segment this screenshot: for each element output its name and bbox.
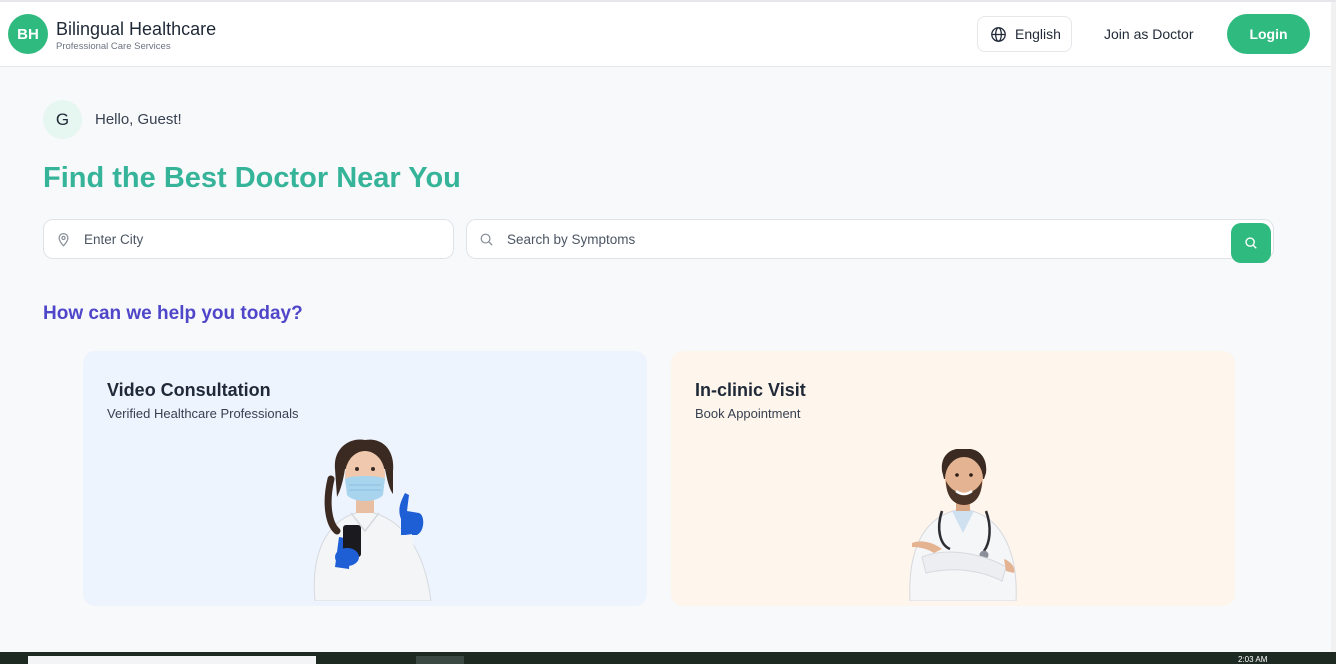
male-doctor-illustration bbox=[909, 449, 1017, 601]
login-button[interactable]: Login bbox=[1227, 14, 1310, 54]
taskbar-window-preview[interactable] bbox=[28, 656, 316, 664]
symptom-search-field[interactable] bbox=[466, 219, 1274, 259]
search-icon bbox=[480, 233, 493, 246]
hero-title: Find the Best Doctor Near You bbox=[43, 162, 461, 194]
search-button[interactable] bbox=[1231, 223, 1271, 263]
page-scrollbar[interactable] bbox=[1331, 2, 1336, 652]
search-icon bbox=[1245, 237, 1257, 249]
logo-badge[interactable]: BH bbox=[8, 14, 48, 54]
language-selector-button[interactable]: English bbox=[977, 16, 1072, 52]
language-label: English bbox=[1015, 26, 1061, 42]
city-input[interactable] bbox=[84, 220, 444, 258]
card-title: Video Consultation bbox=[107, 380, 271, 400]
help-section-title: How can we help you today? bbox=[43, 303, 303, 324]
brand-title[interactable]: Bilingual Healthcare bbox=[56, 19, 216, 40]
taskbar-active-app[interactable] bbox=[416, 656, 464, 664]
top-navbar: BH Bilingual Healthcare Professional Car… bbox=[0, 2, 1336, 67]
os-taskbar: 2:03 AM bbox=[0, 652, 1336, 664]
card-title: In-clinic Visit bbox=[695, 380, 806, 400]
card-subtitle: Book Appointment bbox=[695, 406, 801, 421]
user-avatar[interactable]: G bbox=[43, 100, 82, 139]
in-clinic-visit-card[interactable]: In-clinic Visit Book Appointment bbox=[671, 351, 1235, 606]
globe-icon bbox=[991, 26, 1006, 42]
map-pin-icon bbox=[58, 232, 69, 247]
taskbar-clock: 2:03 AM bbox=[1238, 655, 1268, 664]
symptom-input[interactable] bbox=[507, 220, 1227, 258]
brand-subtitle: Professional Care Services bbox=[56, 41, 171, 52]
join-as-doctor-link[interactable]: Join as Doctor bbox=[1104, 26, 1193, 42]
greeting-text: Hello, Guest! bbox=[95, 111, 182, 128]
city-search-field[interactable] bbox=[43, 219, 454, 259]
video-consultation-card[interactable]: Video Consultation Verified Healthcare P… bbox=[83, 351, 647, 606]
card-subtitle: Verified Healthcare Professionals bbox=[107, 406, 299, 421]
female-doctor-illustration bbox=[313, 439, 432, 601]
